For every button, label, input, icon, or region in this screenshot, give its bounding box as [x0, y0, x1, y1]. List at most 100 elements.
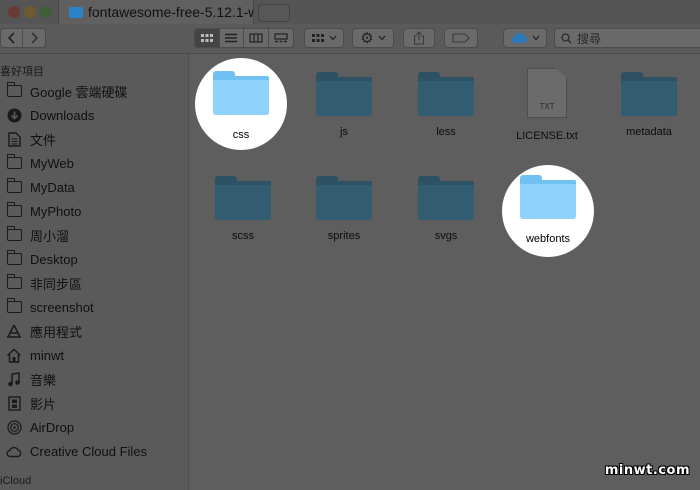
sidebar-item-myweb[interactable]: MyWeb — [6, 152, 74, 174]
close-window-button[interactable] — [8, 6, 20, 18]
file-item-webfonts[interactable]: webfonts — [502, 165, 594, 257]
cloud-icon — [511, 32, 528, 43]
sidebar-item-async[interactable]: 非同步區 — [6, 272, 82, 294]
file-name: webfonts — [525, 233, 571, 245]
sidebar-item-movies[interactable]: 影片 — [6, 392, 56, 414]
sidebar-item-music[interactable]: 音樂 — [6, 368, 56, 390]
sidebar-item-label: Google 雲端硬碟 — [30, 84, 128, 100]
sidebar-item-home[interactable]: minwt — [6, 344, 64, 366]
toolbar: ⚙ 搜尋 — [0, 24, 700, 54]
file-name: sprites — [327, 230, 361, 242]
file-item-js[interactable]: js — [299, 68, 389, 138]
creative-cloud-icon — [6, 444, 22, 458]
tab-current[interactable]: fontawesome-free-5.12.1-we — [58, 0, 254, 24]
folder-icon — [316, 72, 372, 116]
sidebar-item-label: MyWeb — [30, 155, 74, 171]
sidebar-item-label: 影片 — [30, 396, 57, 412]
folder-icon — [6, 154, 22, 170]
file-name: metadata — [626, 126, 672, 138]
file-type-badge: TXT — [539, 102, 555, 111]
sidebar-item-label: Creative Cloud Files — [30, 443, 148, 459]
group-button[interactable] — [304, 28, 344, 48]
sidebar-item-label: minwt — [30, 347, 64, 363]
file-name: scss — [232, 230, 254, 242]
file-item-css[interactable]: css — [195, 58, 287, 150]
sidebar-item-label: MyPhoto — [30, 203, 82, 219]
file-name: js — [340, 126, 348, 138]
icloud-section-title: iCloud — [0, 475, 32, 487]
folder-icon — [6, 250, 22, 266]
sidebar-item-google-drive[interactable]: Google 雲端硬碟 — [6, 80, 128, 102]
sidebar-item-downloads[interactable]: Downloads — [6, 104, 94, 126]
sidebar-item-applications[interactable]: 應用程式 — [6, 320, 82, 342]
document-icon — [6, 131, 22, 147]
title-bar: fontawesome-free-5.12.1-we — [0, 0, 700, 24]
folder-icon — [215, 176, 271, 220]
file-item-sprites[interactable]: sprites — [299, 172, 389, 242]
sidebar-item-creative-cloud[interactable]: Creative Cloud Files — [6, 440, 147, 462]
folder-icon — [213, 71, 269, 115]
file-item-license[interactable]: TXT LICENSE.txt — [502, 68, 592, 142]
download-icon — [6, 108, 22, 122]
column-view-button[interactable] — [244, 29, 269, 47]
icon-view-button[interactable] — [195, 29, 220, 47]
sidebar-item-airdrop[interactable]: AirDrop — [6, 416, 74, 438]
file-item-less[interactable]: less — [401, 68, 491, 138]
file-name: svgs — [434, 230, 458, 242]
sidebar-item-label: 非同步區 — [30, 276, 83, 292]
file-item-scss[interactable]: scss — [198, 172, 288, 242]
tags-button[interactable] — [444, 28, 478, 48]
sidebar-item-mydata[interactable]: MyData — [6, 176, 75, 198]
text-document-icon: TXT — [527, 68, 567, 118]
back-button[interactable] — [1, 29, 23, 47]
sidebar-item-documents[interactable]: 文件 — [6, 128, 56, 150]
finder-window: fontawesome-free-5.12.1-we ⚙ 搜尋 喜好項目 Goo… — [0, 0, 700, 490]
icon-view-icon — [200, 34, 213, 42]
sidebar-item-label: 音樂 — [30, 372, 57, 388]
share-button[interactable] — [403, 28, 435, 48]
search-field[interactable]: 搜尋 — [554, 28, 700, 48]
chevron-down-icon — [329, 35, 337, 41]
folder-icon — [6, 82, 22, 98]
sidebar-item-myphoto[interactable]: MyPhoto — [6, 200, 81, 222]
zoom-window-button[interactable] — [40, 6, 52, 18]
chevron-left-icon — [7, 32, 15, 44]
chevron-right-icon — [30, 32, 38, 44]
search-placeholder: 搜尋 — [577, 31, 602, 46]
column-view-icon — [249, 33, 263, 43]
file-name: css — [232, 129, 250, 141]
music-icon — [6, 371, 22, 386]
sidebar-item-label: Desktop — [30, 251, 78, 267]
sidebar-item-zhouxiaoliu[interactable]: 周小溜 — [6, 224, 69, 246]
home-icon — [6, 347, 22, 363]
minimize-window-button[interactable] — [24, 6, 36, 18]
forward-button[interactable] — [23, 29, 45, 47]
new-tab-button[interactable] — [258, 4, 290, 22]
chevron-down-icon — [532, 35, 540, 41]
folder-icon — [6, 274, 22, 290]
view-mode-control — [194, 28, 294, 48]
folder-icon — [6, 202, 22, 218]
folder-icon — [418, 72, 474, 116]
movie-icon — [6, 395, 22, 411]
gallery-view-icon — [274, 33, 288, 43]
folder-icon — [621, 72, 677, 116]
chevron-down-icon — [378, 35, 386, 41]
sidebar-item-label: 文件 — [30, 132, 57, 148]
file-name: less — [436, 126, 456, 138]
action-menu-button[interactable]: ⚙ — [352, 28, 394, 48]
tag-icon — [452, 33, 470, 43]
list-view-icon — [225, 33, 238, 43]
folder-icon — [418, 176, 474, 220]
folder-icon — [6, 178, 22, 194]
sidebar-item-desktop[interactable]: Desktop — [6, 248, 78, 270]
list-view-button[interactable] — [220, 29, 244, 47]
gear-icon: ⚙ — [360, 29, 374, 47]
file-item-svgs[interactable]: svgs — [401, 172, 491, 242]
sidebar: 喜好項目 Google 雲端硬碟 Downloads 文件 MyWeb MyDa… — [0, 54, 189, 490]
file-item-metadata[interactable]: metadata — [604, 68, 694, 138]
share-icon — [413, 31, 425, 45]
sidebar-item-screenshot[interactable]: screenshot — [6, 296, 94, 318]
cloud-sync-button[interactable] — [503, 28, 547, 48]
gallery-view-button[interactable] — [269, 29, 293, 47]
